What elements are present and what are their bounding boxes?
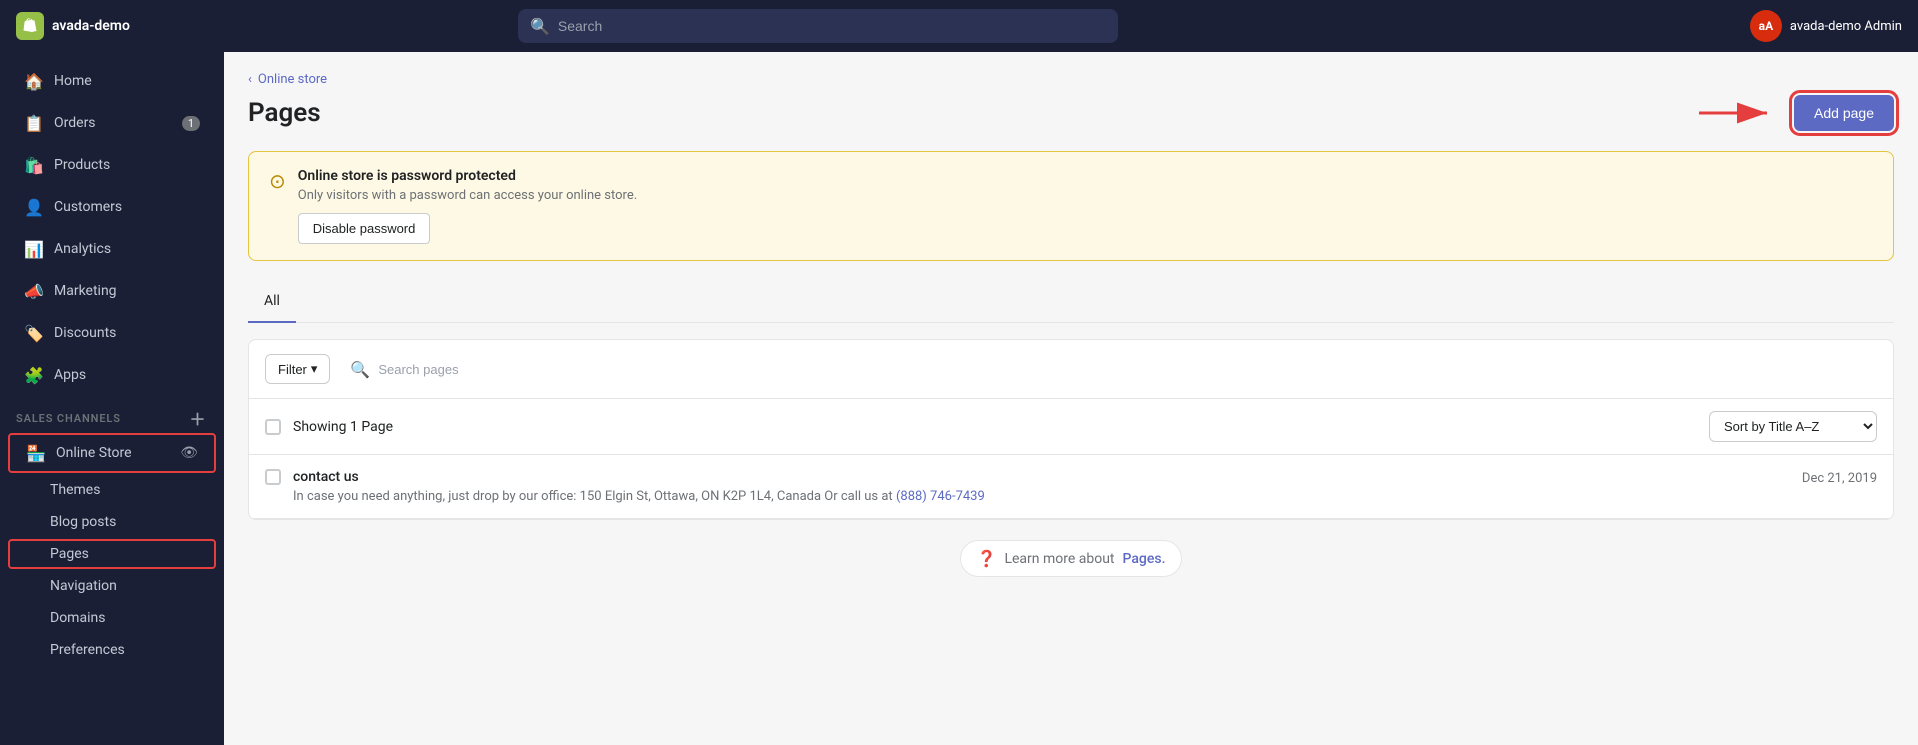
sidebar-item-apps[interactable]: 🧩 Apps [8, 355, 216, 395]
sidebar-item-marketing[interactable]: 📣 Marketing [8, 271, 216, 311]
row-desc-text: In case you need anything, just drop by … [293, 489, 893, 504]
page-header: Pages Add page [248, 95, 1894, 131]
help-icon: ❓ [977, 549, 997, 568]
apps-icon: 🧩 [24, 365, 44, 385]
navigation-label: Navigation [50, 578, 117, 594]
products-icon: 🛍️ [24, 155, 44, 175]
sidebar-sub-item-navigation[interactable]: Navigation [8, 571, 216, 601]
shopify-icon [16, 12, 44, 40]
sort-select[interactable]: Sort by Title A–Z Sort by Title Z–A Sort… [1709, 411, 1877, 442]
search-input[interactable] [558, 18, 1106, 34]
tab-all[interactable]: All [248, 281, 296, 323]
warning-banner: ⊙ Online store is password protected Onl… [248, 151, 1894, 261]
user-name: avada-demo Admin [1790, 19, 1902, 34]
breadcrumb[interactable]: ‹ Online store [248, 72, 1894, 87]
sidebar-item-customers[interactable]: 👤 Customers [8, 187, 216, 227]
search-icon: 🔍 [530, 17, 550, 36]
chevron-down-icon: ▾ [311, 361, 318, 377]
sidebar-sub-item-preferences[interactable]: Preferences [8, 635, 216, 665]
eye-icon[interactable]: 👁 [180, 445, 198, 461]
blog-posts-label: Blog posts [50, 514, 116, 530]
topnav-right: aA avada-demo Admin [1750, 10, 1902, 42]
brand-logo[interactable]: avada-demo [16, 12, 196, 40]
sidebar-item-discounts[interactable]: 🏷️ Discounts [8, 313, 216, 353]
sidebar-item-label: Orders [54, 115, 96, 131]
top-navigation: avada-demo 🔍 aA avada-demo Admin [0, 0, 1918, 52]
marketing-icon: 📣 [24, 281, 44, 301]
sidebar: 🏠 Home 📋 Orders 1 🛍️ Products 👤 Customer… [0, 52, 224, 745]
row-phone-link[interactable]: (888) 746-7439 [896, 489, 985, 504]
select-all-checkbox[interactable] [265, 419, 281, 435]
domains-label: Domains [50, 610, 105, 626]
sales-channels-label: SALES CHANNELS ＋ [0, 396, 224, 432]
search-pages-input[interactable] [378, 362, 1867, 377]
sidebar-sub-item-domains[interactable]: Domains [8, 603, 216, 633]
home-icon: 🏠 [24, 71, 44, 91]
sidebar-item-label: Customers [54, 199, 122, 215]
add-sales-channel-button[interactable]: ＋ [188, 408, 208, 428]
sidebar-item-analytics[interactable]: 📊 Analytics [8, 229, 216, 269]
themes-label: Themes [50, 482, 100, 498]
pages-table: Filter ▾ 🔍 Showing 1 Page Sort by Title … [248, 339, 1894, 520]
row-date: Dec 21, 2019 [1802, 469, 1877, 486]
footer-help: ❓ Learn more about Pages. [248, 520, 1894, 597]
warning-description: Only visitors with a password can access… [298, 188, 637, 203]
analytics-icon: 📊 [24, 239, 44, 259]
orders-icon: 📋 [24, 113, 44, 133]
pages-label: Pages [50, 546, 89, 562]
online-store-icon: 🏪 [26, 443, 46, 463]
avatar: aA [1750, 10, 1782, 42]
sidebar-sub-item-themes[interactable]: Themes [8, 475, 216, 505]
orders-badge: 1 [182, 116, 200, 131]
search-pages-icon: 🔍 [350, 360, 370, 379]
sidebar-sub-item-pages[interactable]: Pages [8, 539, 216, 569]
warning-content: Online store is password protected Only … [298, 168, 637, 244]
sidebar-item-orders[interactable]: 📋 Orders 1 [8, 103, 216, 143]
footer-learn-more-text: Learn more about [1004, 551, 1114, 567]
showing-count: Showing 1 Page [293, 419, 393, 435]
table-toolbar: Filter ▾ 🔍 [249, 340, 1893, 399]
row-content: contact us In case you need anything, ju… [293, 469, 1802, 504]
sidebar-item-online-store[interactable]: 🏪 Online Store 👁 [8, 433, 216, 473]
table-row: contact us In case you need anything, ju… [249, 455, 1893, 519]
filter-label: Filter [278, 362, 307, 377]
filter-button[interactable]: Filter ▾ [265, 354, 330, 384]
warning-title: Online store is password protected [298, 168, 637, 184]
footer-pages-link[interactable]: Pages. [1123, 551, 1166, 567]
discounts-icon: 🏷️ [24, 323, 44, 343]
search-pages-bar[interactable]: 🔍 [340, 352, 1877, 386]
sidebar-item-label: Apps [54, 367, 86, 383]
page-title: Pages [248, 98, 321, 128]
warning-icon: ⊙ [269, 169, 286, 193]
table-row-header: Showing 1 Page Sort by Title A–Z Sort by… [249, 399, 1893, 455]
customers-icon: 👤 [24, 197, 44, 217]
chevron-left-icon: ‹ [248, 72, 252, 87]
row-title[interactable]: contact us [293, 469, 1802, 485]
page-tabs: All [248, 281, 1894, 323]
brand-name: avada-demo [52, 18, 130, 34]
sidebar-item-label: Home [54, 73, 92, 89]
arrow-indicator [1699, 98, 1779, 128]
sidebar-item-label: Online Store [56, 445, 132, 461]
sidebar-item-label: Analytics [54, 241, 111, 257]
sidebar-item-label: Products [54, 157, 110, 173]
preferences-label: Preferences [50, 642, 125, 658]
add-page-wrapper: Add page [1794, 95, 1894, 131]
breadcrumb-text: Online store [258, 72, 327, 87]
disable-password-button[interactable]: Disable password [298, 213, 431, 244]
row-description: In case you need anything, just drop by … [293, 489, 1802, 504]
add-page-button[interactable]: Add page [1794, 95, 1894, 131]
sidebar-item-home[interactable]: 🏠 Home [8, 61, 216, 101]
user-menu[interactable]: aA avada-demo Admin [1750, 10, 1902, 42]
search-bar[interactable]: 🔍 [518, 9, 1118, 43]
row-checkbox[interactable] [265, 469, 281, 485]
sidebar-item-products[interactable]: 🛍️ Products [8, 145, 216, 185]
sidebar-item-label: Marketing [54, 283, 117, 299]
main-content: ‹ Online store Pages [224, 52, 1918, 745]
sidebar-item-label: Discounts [54, 325, 116, 341]
sidebar-sub-item-blog-posts[interactable]: Blog posts [8, 507, 216, 537]
